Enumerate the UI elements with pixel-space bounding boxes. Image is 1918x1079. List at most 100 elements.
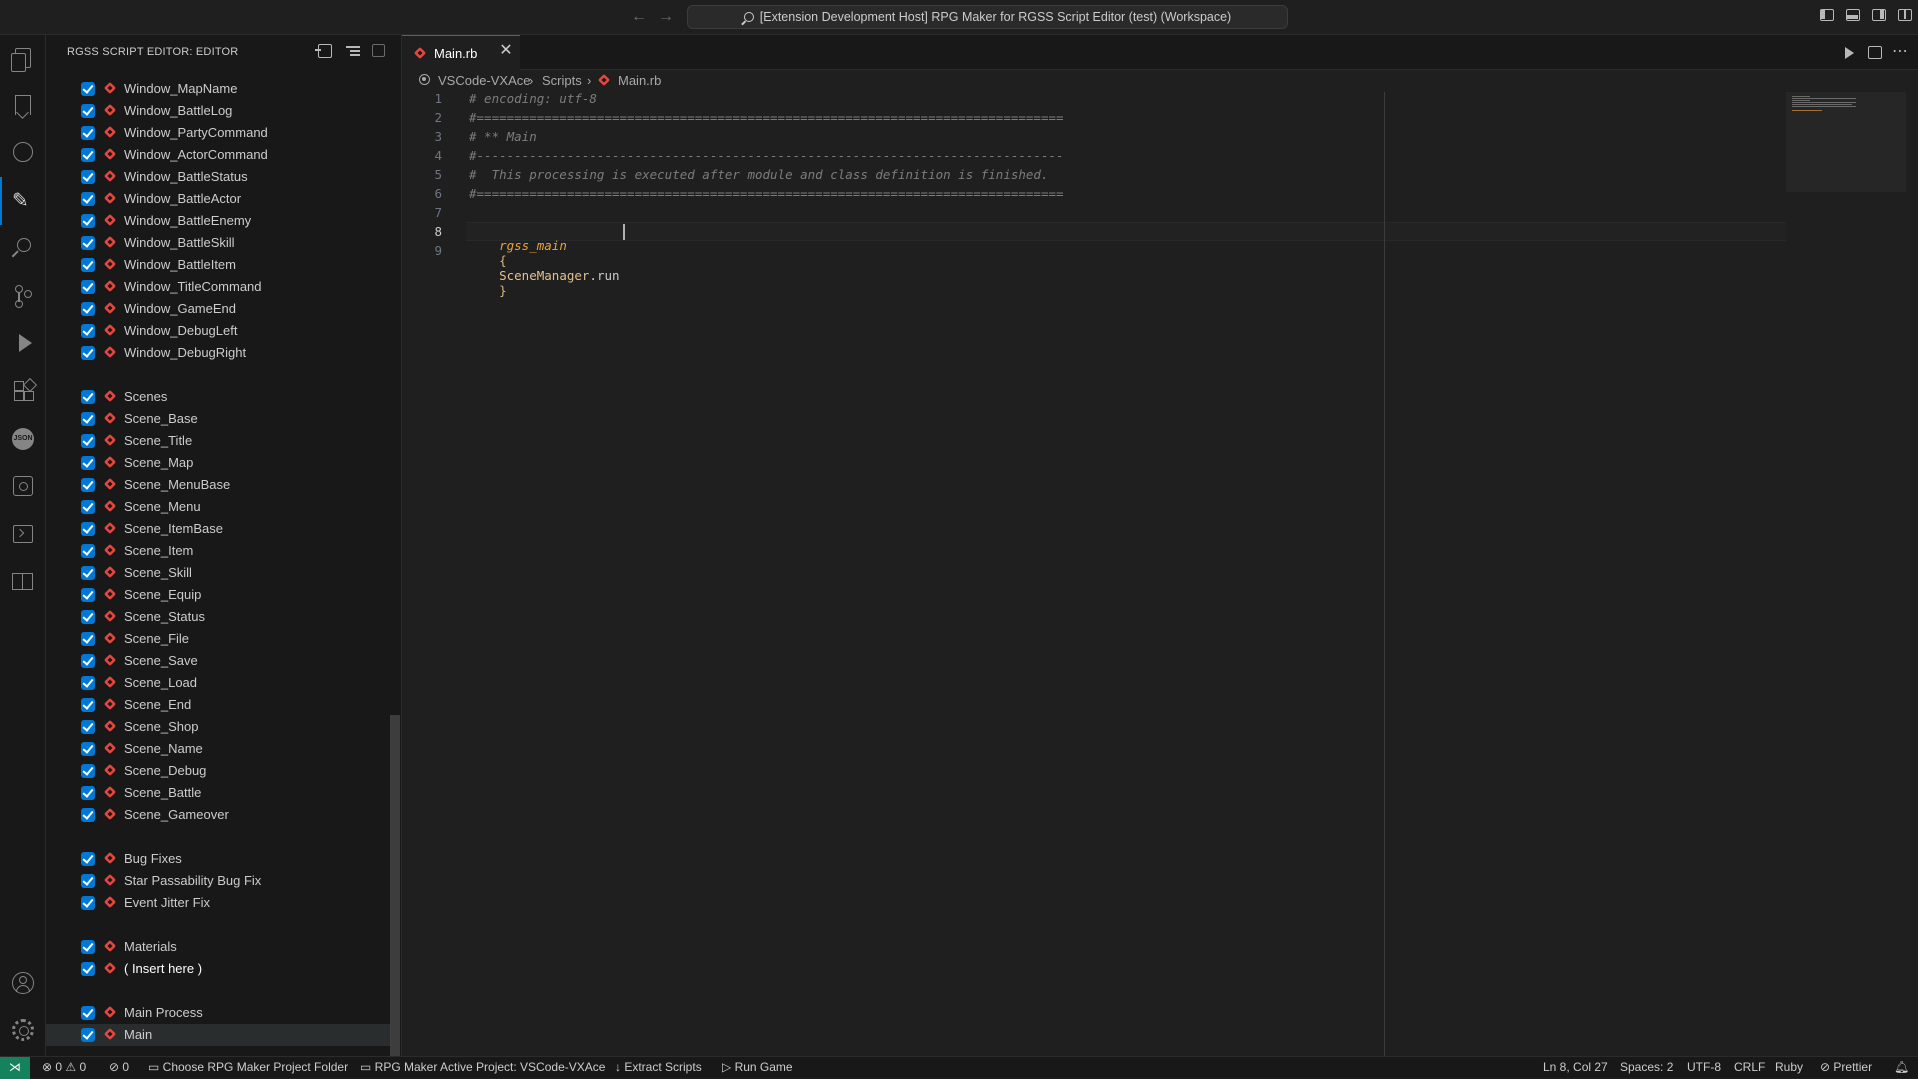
list-item[interactable]: Materials [46,936,391,958]
checkbox-icon[interactable] [81,1028,95,1042]
create-script-icon[interactable] [315,44,332,58]
list-item[interactable]: Scene_ItemBase [46,518,391,540]
list-item[interactable]: Scenes [46,386,391,408]
checkbox-icon[interactable] [81,940,95,954]
checkbox-icon[interactable] [81,720,95,734]
encoding-setting[interactable]: UTF-8 [1687,1060,1721,1074]
close-icon[interactable]: ✕ [498,43,514,59]
ports-indicator[interactable]: ⊘ 0 [109,1060,129,1074]
toggle-primary-sidebar-icon[interactable] [1820,9,1834,21]
checkbox-icon[interactable] [81,456,95,470]
terminal-icon[interactable] [13,525,33,543]
minimap[interactable] [1786,92,1906,192]
run-icon[interactable] [1845,47,1854,59]
checkbox-icon[interactable] [81,588,95,602]
list-item[interactable]: Main Process [46,1002,391,1024]
list-item[interactable]: Scene_Load [46,672,391,694]
list-item[interactable]: Star Passability Bug Fix [46,870,391,892]
list-item[interactable]: Scene_Battle [46,782,391,804]
more-actions-icon[interactable]: ⋯ [1892,41,1908,61]
search-icon[interactable] [17,238,31,252]
checkbox-icon[interactable] [81,632,95,646]
list-item[interactable]: Bug Fixes [46,848,391,870]
list-item[interactable]: Window_BattleLog [46,100,391,122]
split-editor-icon[interactable] [1868,46,1882,59]
checkbox-icon[interactable] [81,478,95,492]
tab-main-rb[interactable]: Main.rb ✕ [402,35,520,70]
collapse-all-icon[interactable] [372,44,385,57]
list-item[interactable]: Scene_Title [46,430,391,452]
checkbox-icon[interactable] [81,676,95,690]
checkbox-icon[interactable] [81,1006,95,1020]
collapse-list-icon[interactable] [346,44,360,58]
checkbox-icon[interactable] [81,808,95,822]
language-mode[interactable]: Ruby [1775,1060,1803,1074]
checkbox-icon[interactable] [81,566,95,580]
account-icon[interactable] [12,972,34,994]
list-item[interactable]: Scene_Menu [46,496,391,518]
bookmarks-icon[interactable] [15,95,31,115]
code-line-5[interactable]: # This processing is executed after modu… [469,167,1048,182]
source-control-icon[interactable] [15,285,32,308]
checkbox-icon[interactable] [81,874,95,888]
customize-layout-icon[interactable] [1898,9,1912,21]
checkbox-icon[interactable] [81,654,95,668]
checkbox-icon[interactable] [81,324,95,338]
list-item[interactable]: Scene_MenuBase [46,474,391,496]
code-line-8[interactable]: rgss_main { SceneManager.run } [469,223,619,313]
extract-scripts-button[interactable]: ↓ Extract Scripts [615,1060,702,1074]
checkbox-icon[interactable] [81,170,95,184]
sidebar-scrollbar[interactable] [390,715,400,1056]
breadcrumb-file[interactable]: Main.rb [618,73,661,88]
list-item[interactable]: Window_BattleItem [46,254,391,276]
checkbox-icon[interactable] [81,698,95,712]
command-center-search[interactable]: [Extension Development Host] RPG Maker f… [687,5,1288,29]
list-item[interactable]: Window_PartyCommand [46,122,391,144]
problems-indicator[interactable]: ⊗ 0 ⚠ 0 [42,1060,86,1074]
checkbox-icon[interactable] [81,148,95,162]
checkbox-icon[interactable] [81,236,95,250]
list-item[interactable]: Scene_Shop [46,716,391,738]
toggle-panel-icon[interactable] [1846,9,1860,21]
list-item[interactable]: Scene_Debug [46,760,391,782]
active-project-indicator[interactable]: ▭ RPG Maker Active Project: VSCode-VXAce [360,1060,605,1074]
checkbox-icon[interactable] [81,412,95,426]
breadcrumb-project[interactable]: VSCode-VXAce [438,73,531,88]
checkbox-icon[interactable] [81,786,95,800]
remote-indicator[interactable]: ⋊ [0,1057,30,1079]
list-item[interactable]: Scene_Equip [46,584,391,606]
eol-setting[interactable]: CRLF [1734,1060,1765,1074]
list-item[interactable]: Window_BattleActor [46,188,391,210]
json-icon[interactable]: JSON [12,428,34,450]
list-item[interactable]: Scene_Save [46,650,391,672]
checkbox-icon[interactable] [81,764,95,778]
checkbox-icon[interactable] [81,346,95,360]
remote-settings-icon[interactable] [13,476,33,496]
list-item[interactable]: Scene_Skill [46,562,391,584]
list-item[interactable]: Scene_Base [46,408,391,430]
list-item[interactable]: Window_BattleStatus [46,166,391,188]
code-line-2[interactable]: #=======================================… [469,110,1064,125]
list-item[interactable]: Window_DebugRight [46,342,391,364]
list-item[interactable]: Scene_Map [46,452,391,474]
toggle-secondary-sidebar-icon[interactable] [1872,9,1886,21]
code-editor[interactable]: 1 # encoding: utf-8 2 #====================… [402,91,1918,1056]
run-and-debug-icon[interactable] [13,333,35,355]
notifications-bell-icon[interactable]: 🔔︎ [1894,1060,1909,1074]
rgss-editor-icon[interactable]: ✎ [12,189,36,213]
list-item[interactable]: Scene_Name [46,738,391,760]
list-item[interactable]: Main [46,1024,391,1046]
manage-gear-icon[interactable] [12,1019,34,1041]
list-item[interactable]: Scene_Item [46,540,391,562]
run-game-button[interactable]: ▷ Run Game [722,1060,793,1074]
checkbox-icon[interactable] [81,544,95,558]
checkbox-icon[interactable] [81,302,95,316]
checkbox-icon[interactable] [81,500,95,514]
list-item[interactable]: Event Jitter Fix [46,892,391,914]
checkbox-icon[interactable] [81,258,95,272]
checkbox-icon[interactable] [81,214,95,228]
extensions-icon[interactable] [14,377,38,401]
list-item[interactable]: Window_ActorCommand [46,144,391,166]
indentation-setting[interactable]: Spaces: 2 [1620,1060,1673,1074]
list-item[interactable]: Window_BattleEnemy [46,210,391,232]
